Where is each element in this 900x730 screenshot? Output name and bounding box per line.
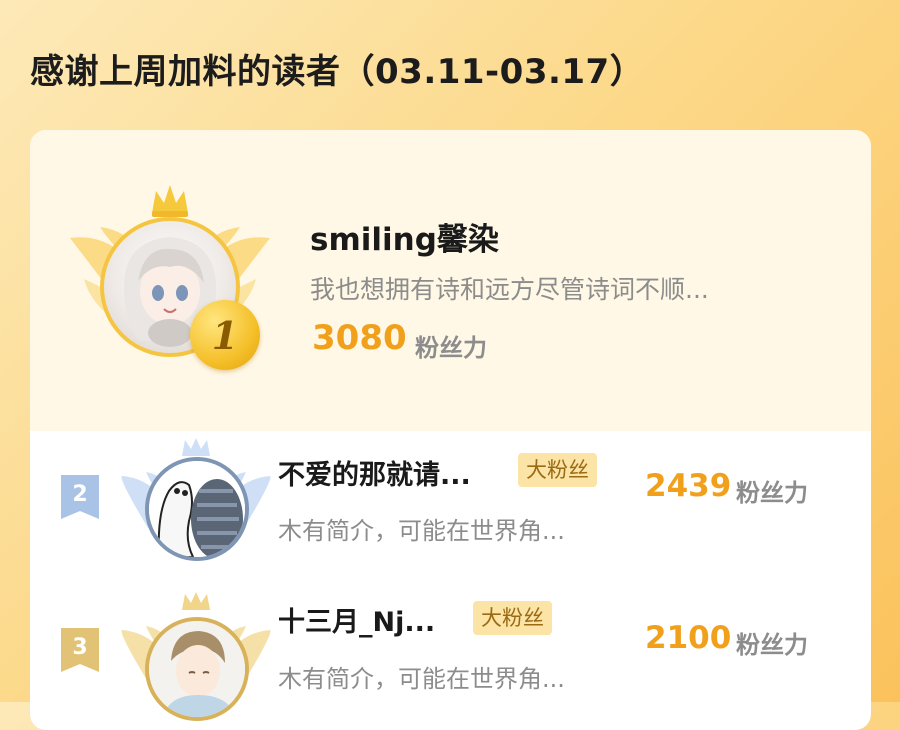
reader-bio: 我也想拥有诗和远方尽管诗词不顺... bbox=[310, 275, 709, 304]
reader-bio: 木有简介，可能在世界角... bbox=[278, 665, 565, 693]
score-unit: 粉丝力 bbox=[736, 631, 808, 659]
score-value: 3080 bbox=[312, 318, 407, 358]
list-item[interactable]: 2 不爱的那就请... 大粉丝 木有简介，可能在世界角... 2439 粉丝力 bbox=[30, 431, 871, 581]
list-item[interactable]: 3 十三月_Nj... 大粉丝 木有简介，可能在世界角... 2100 粉丝力 bbox=[30, 585, 871, 730]
page-title: 感谢上周加料的读者（03.11-03.17） bbox=[30, 52, 645, 92]
cartoon-sketch-avatar-icon bbox=[149, 461, 245, 557]
anime-boy-avatar-icon bbox=[149, 621, 245, 717]
avatar[interactable] bbox=[145, 457, 249, 561]
reader-bio: 木有简介，可能在世界角... bbox=[278, 517, 565, 545]
rank-tag: 2 bbox=[61, 475, 99, 519]
fan-level-badge: 大粉丝 bbox=[518, 453, 597, 487]
score-unit: 粉丝力 bbox=[736, 479, 808, 507]
rank-number: 2 bbox=[72, 481, 88, 507]
leaderboard-card: 1 smiling馨染 我也想拥有诗和远方尽管诗词不顺... 3080 粉丝力 … bbox=[30, 130, 871, 730]
reader-name[interactable]: 十三月_Nj... bbox=[278, 600, 435, 639]
score-value: 2100 bbox=[645, 620, 732, 656]
avatar[interactable] bbox=[145, 617, 249, 721]
reader-name[interactable]: 不爱的那就请... bbox=[278, 453, 471, 492]
top-reader-item[interactable]: 1 smiling馨染 我也想拥有诗和远方尽管诗词不顺... 3080 粉丝力 bbox=[30, 130, 871, 431]
score-unit: 粉丝力 bbox=[415, 334, 487, 362]
fan-level-badge: 大粉丝 bbox=[473, 601, 552, 635]
score-value: 2439 bbox=[645, 468, 732, 504]
rank-number: 3 bbox=[72, 634, 88, 660]
reader-name[interactable]: smiling馨染 bbox=[310, 214, 499, 259]
rank-medal: 1 bbox=[190, 300, 260, 370]
rank-tag: 3 bbox=[61, 628, 99, 672]
